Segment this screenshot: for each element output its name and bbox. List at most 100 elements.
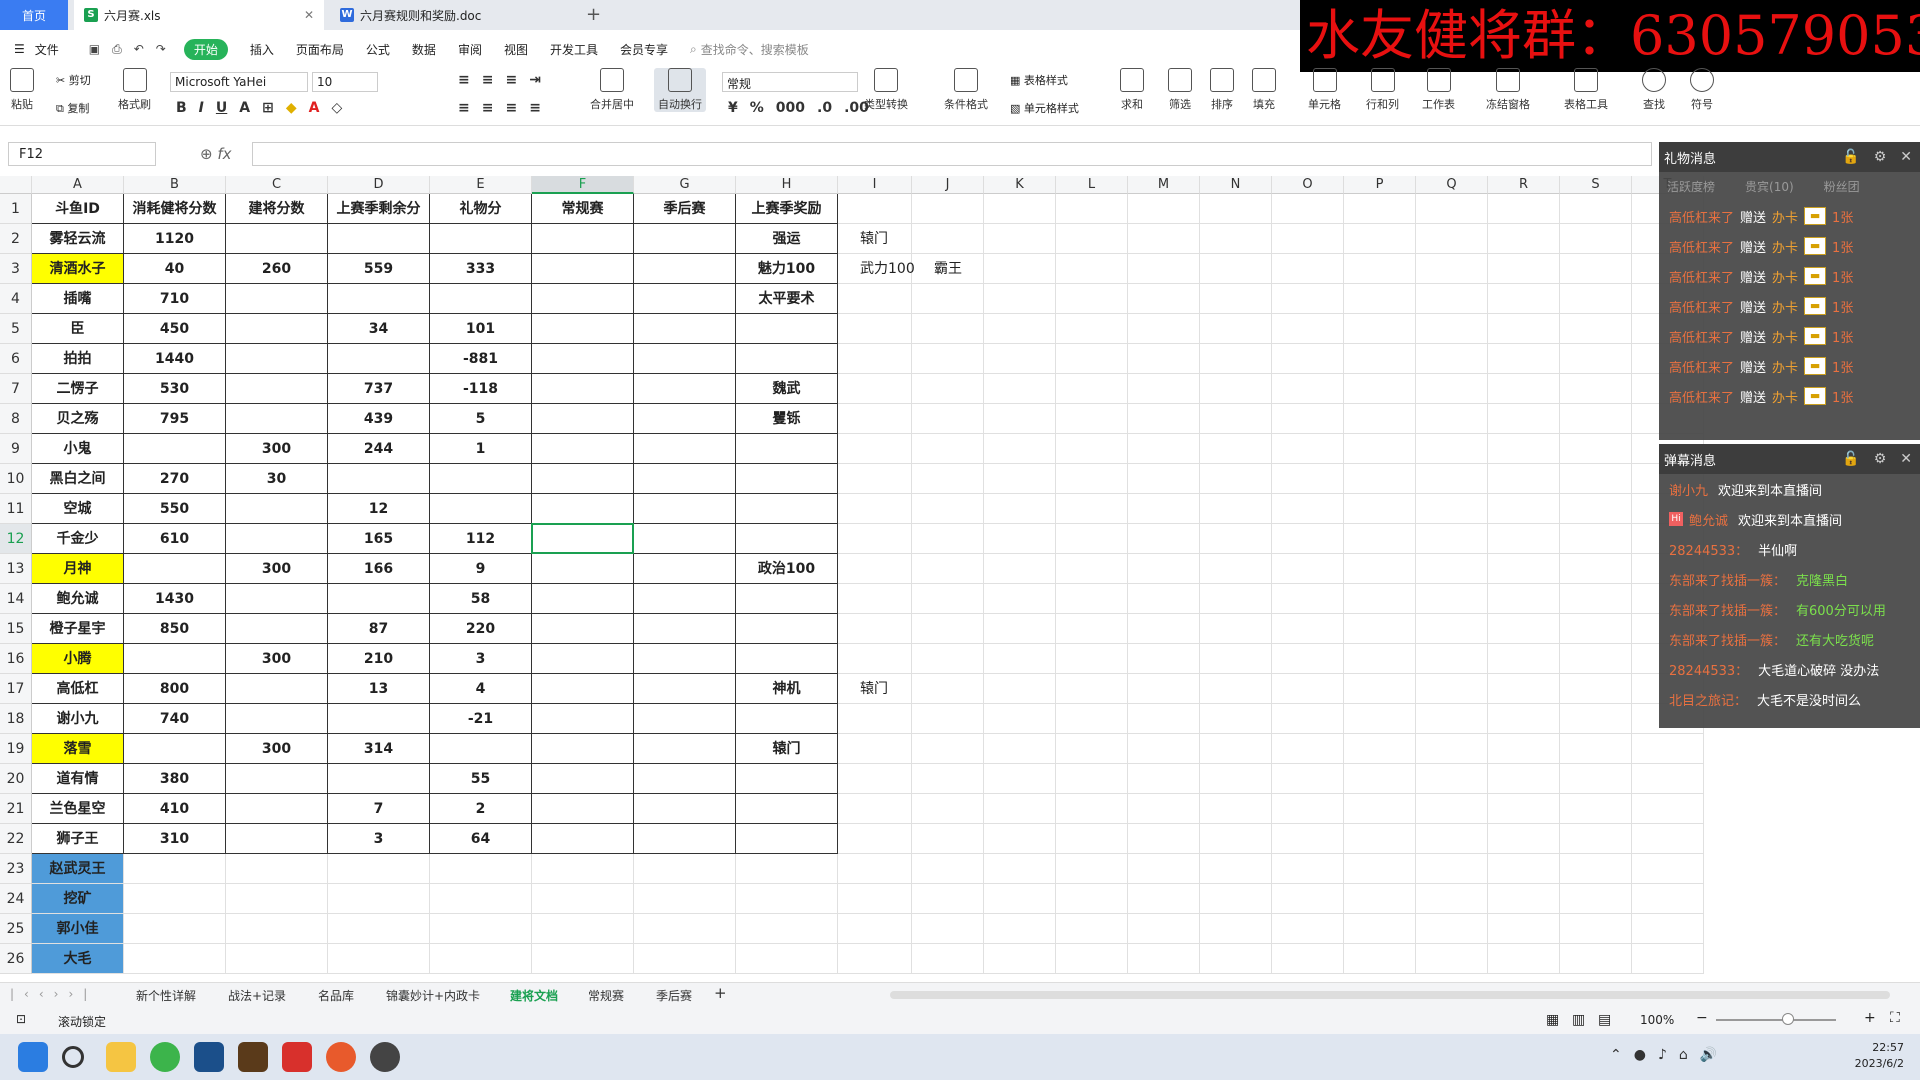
table-cell[interactable]: [532, 314, 634, 344]
tab-vip[interactable]: 贵宾(10): [1745, 178, 1794, 195]
row-header-26[interactable]: 26: [0, 944, 32, 974]
empty-cell[interactable]: [1416, 374, 1488, 404]
empty-cell[interactable]: [1416, 584, 1488, 614]
empty-cell[interactable]: [1056, 404, 1128, 434]
table-tools-button[interactable]: 表格工具: [1564, 68, 1608, 112]
empty-cell[interactable]: [634, 854, 736, 884]
empty-cell[interactable]: [226, 914, 328, 944]
empty-cell[interactable]: [1560, 704, 1632, 734]
empty-cell[interactable]: [1272, 494, 1344, 524]
table-cell[interactable]: [838, 464, 912, 494]
empty-cell[interactable]: [1344, 524, 1416, 554]
empty-cell[interactable]: [1416, 764, 1488, 794]
empty-cell[interactable]: [1200, 764, 1272, 794]
empty-cell[interactable]: [226, 944, 328, 974]
menu-formulas[interactable]: 公式: [366, 41, 390, 58]
table-cell[interactable]: 大毛: [32, 944, 124, 974]
table-cell[interactable]: 550: [124, 494, 226, 524]
empty-cell[interactable]: [1560, 194, 1632, 224]
empty-cell[interactable]: [1200, 254, 1272, 284]
menu-file[interactable]: 文件: [35, 41, 59, 58]
empty-cell[interactable]: [984, 914, 1056, 944]
table-cell[interactable]: 狮子王: [32, 824, 124, 854]
row-header-11[interactable]: 11: [0, 494, 32, 524]
table-cell[interactable]: [838, 704, 912, 734]
empty-cell[interactable]: [532, 854, 634, 884]
empty-cell[interactable]: [1632, 854, 1704, 884]
table-cell[interactable]: [838, 344, 912, 374]
empty-cell[interactable]: [430, 884, 532, 914]
table-cell[interactable]: 清酒水子: [32, 254, 124, 284]
empty-cell[interactable]: [1128, 884, 1200, 914]
table-cell[interactable]: 310: [124, 824, 226, 854]
table-cell[interactable]: 710: [124, 284, 226, 314]
select-all-corner[interactable]: [0, 176, 32, 194]
table-cell[interactable]: [838, 614, 912, 644]
table-cell[interactable]: 9: [430, 554, 532, 584]
empty-cell[interactable]: [1344, 644, 1416, 674]
table-cell[interactable]: 300: [226, 434, 328, 464]
empty-cell[interactable]: [1056, 224, 1128, 254]
empty-cell[interactable]: [1488, 284, 1560, 314]
cell-style-button[interactable]: ▧ 单元格样式: [1010, 100, 1079, 116]
empty-cell[interactable]: [1272, 224, 1344, 254]
empty-cell[interactable]: [1056, 644, 1128, 674]
table-cell[interactable]: [226, 524, 328, 554]
align-bottom-icon[interactable]: ≡: [505, 72, 517, 88]
empty-cell[interactable]: [1344, 494, 1416, 524]
table-cell[interactable]: [226, 224, 328, 254]
number-format-select[interactable]: 常规: [722, 72, 858, 92]
empty-cell[interactable]: [1344, 944, 1416, 974]
empty-cell[interactable]: [1200, 494, 1272, 524]
table-cell[interactable]: [912, 584, 984, 614]
empty-cell[interactable]: [328, 884, 430, 914]
redo-icon[interactable]: ↷: [156, 42, 166, 57]
empty-cell[interactable]: [1128, 734, 1200, 764]
sum-button[interactable]: 求和: [1120, 68, 1144, 112]
empty-cell[interactable]: [1056, 314, 1128, 344]
table-cell[interactable]: [328, 224, 430, 254]
zoom-out-icon[interactable]: −: [1696, 1010, 1708, 1026]
fx-icon[interactable]: fx: [217, 145, 231, 163]
empty-cell[interactable]: [1344, 914, 1416, 944]
table-cell[interactable]: [124, 644, 226, 674]
table-cell[interactable]: [912, 374, 984, 404]
tab-document[interactable]: W 六月赛规则和奖励.doc: [330, 0, 560, 30]
windows-start-icon[interactable]: [18, 1042, 48, 1072]
table-cell[interactable]: 政治100: [736, 554, 838, 584]
empty-cell[interactable]: [984, 404, 1056, 434]
empty-cell[interactable]: [1272, 794, 1344, 824]
empty-cell[interactable]: [1272, 884, 1344, 914]
empty-cell[interactable]: [1128, 314, 1200, 344]
empty-cell[interactable]: [1128, 494, 1200, 524]
table-cell[interactable]: [532, 494, 634, 524]
empty-cell[interactable]: [1560, 374, 1632, 404]
empty-cell[interactable]: [124, 914, 226, 944]
table-cell[interactable]: [838, 494, 912, 524]
empty-cell[interactable]: [430, 914, 532, 944]
table-cell[interactable]: -118: [430, 374, 532, 404]
table-cell[interactable]: 3: [430, 644, 532, 674]
formula-input[interactable]: [252, 142, 1652, 166]
table-cell[interactable]: [226, 764, 328, 794]
underline-icon[interactable]: U: [216, 100, 227, 116]
add-sheet-button[interactable]: +: [714, 984, 727, 1002]
conditional-format-button[interactable]: 条件格式: [944, 68, 988, 112]
empty-cell[interactable]: [1344, 764, 1416, 794]
active-cell-highlight[interactable]: [531, 523, 634, 554]
empty-cell[interactable]: [1200, 794, 1272, 824]
empty-cell[interactable]: [1632, 824, 1704, 854]
table-cell[interactable]: [736, 344, 838, 374]
empty-cell[interactable]: [1344, 584, 1416, 614]
empty-cell[interactable]: [1416, 254, 1488, 284]
cut-button[interactable]: ✂ 剪切: [56, 72, 91, 88]
name-box[interactable]: F12: [8, 142, 156, 166]
empty-cell[interactable]: [1272, 314, 1344, 344]
empty-cell[interactable]: [634, 914, 736, 944]
empty-cell[interactable]: [1416, 314, 1488, 344]
table-cell[interactable]: [736, 464, 838, 494]
column-header-l[interactable]: L: [1056, 176, 1128, 194]
table-cell[interactable]: [736, 794, 838, 824]
row-header-16[interactable]: 16: [0, 644, 32, 674]
table-cell[interactable]: [634, 614, 736, 644]
